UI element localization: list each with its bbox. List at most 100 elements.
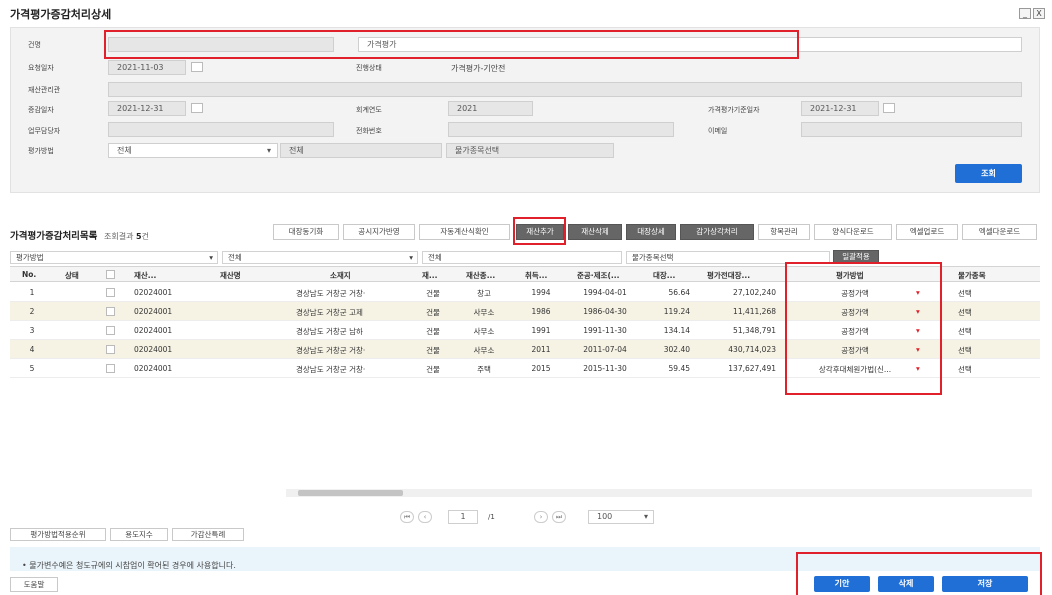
email-field[interactable] xyxy=(801,122,1022,137)
col-location[interactable]: 소재지 xyxy=(330,270,351,281)
page-title: 가격평가증감처리상세 xyxy=(10,8,112,21)
method-select-value: 전체 xyxy=(117,146,132,155)
search-button[interactable]: 조회 xyxy=(955,164,1022,183)
price-item-select[interactable]: 선택 xyxy=(958,307,972,318)
eval-base-date-field[interactable]: 2021-12-31 xyxy=(801,101,879,116)
pre-eval-amount: 137,627,491 xyxy=(728,364,776,373)
pre-eval-amount: 51,348,791 xyxy=(733,326,776,335)
first-page-icon[interactable]: ⏮ xyxy=(400,511,414,523)
help-button[interactable]: 도움말 xyxy=(10,577,58,592)
scrollbar-thumb[interactable] xyxy=(298,490,403,496)
bulk-sub-field[interactable]: 전체 xyxy=(422,251,622,264)
row-no: 5 xyxy=(29,364,35,373)
method-label: 평가방법 xyxy=(28,147,54,155)
price-item-select[interactable]: 선택 xyxy=(958,288,972,299)
asset-type: 사무소 xyxy=(473,346,495,355)
depreciation-button[interactable]: 감가상각처리 xyxy=(680,224,754,240)
usage-index-button[interactable]: 용도지수 xyxy=(110,528,168,541)
horizontal-scrollbar[interactable] xyxy=(286,489,1032,497)
excel-upload-button[interactable]: 엑셀업로드 xyxy=(896,224,958,240)
pre-eval-amount: 27,102,240 xyxy=(733,288,776,297)
fiscal-year-field[interactable]: 2021 xyxy=(448,101,533,116)
row-checkbox[interactable] xyxy=(106,364,115,373)
col-ledger-area[interactable]: 대장... xyxy=(653,270,675,281)
row-checkbox[interactable] xyxy=(106,307,115,316)
col-no[interactable]: No. xyxy=(22,270,36,279)
asset-type: 주택 xyxy=(477,365,491,374)
asset-code: 02024001 xyxy=(134,288,173,297)
staff-label: 업무담당자 xyxy=(28,127,61,135)
col-price-item[interactable]: 물가종목 xyxy=(958,270,986,281)
asset-manager-label: 재산관리관 xyxy=(28,86,61,94)
row-no: 4 xyxy=(29,345,35,354)
sync-ledger-button[interactable]: 대장동기화 xyxy=(273,224,339,240)
item-manage-button[interactable]: 항목관리 xyxy=(758,224,810,240)
built-date: 2011-07-04 xyxy=(583,345,627,354)
last-page-icon[interactable]: ⏭ xyxy=(552,511,566,523)
phone-label: 전화번호 xyxy=(356,127,382,135)
request-date-field[interactable]: 2021-11-03 xyxy=(108,60,186,75)
excel-download-button[interactable]: 엑셀다운로드 xyxy=(962,224,1037,240)
calendar-icon[interactable] xyxy=(191,62,203,72)
bulk-method-label[interactable]: 평가방법 ▾ xyxy=(10,251,218,264)
ledger-area: 302.40 xyxy=(663,345,690,354)
prev-page-icon[interactable]: ‹ xyxy=(418,511,432,523)
col-acquired[interactable]: 취득... xyxy=(525,270,547,281)
col-built[interactable]: 준공·제조(... xyxy=(577,270,619,281)
chevron-down-icon: ▾ xyxy=(643,512,648,521)
col-asset-type[interactable]: 재산종... xyxy=(466,270,495,281)
row-checkbox[interactable] xyxy=(106,345,115,354)
row-checkbox[interactable] xyxy=(106,326,115,335)
acquired-year: 2011 xyxy=(531,345,551,354)
phone-field[interactable] xyxy=(448,122,674,137)
calendar-icon[interactable] xyxy=(883,103,895,113)
method-priority-button[interactable]: 평가방법적용순위 xyxy=(10,528,106,541)
apply-land-price-button[interactable]: 공시지가반영 xyxy=(343,224,415,240)
asset-type: 사무소 xyxy=(473,327,495,336)
price-item-select[interactable]: 선택 xyxy=(958,326,972,337)
row-checkbox[interactable] xyxy=(106,288,115,297)
email-label: 이메일 xyxy=(708,127,728,135)
next-page-icon[interactable]: › xyxy=(534,511,548,523)
request-date-label: 요청일자 xyxy=(28,64,54,72)
minimize-icon[interactable]: _ xyxy=(1019,8,1031,19)
chevron-down-icon: ▾ xyxy=(209,253,213,262)
method-select[interactable]: 전체 ▾ xyxy=(108,143,278,158)
adjustment-special-button[interactable]: 가감산특례 xyxy=(172,528,244,541)
asset-location: 경상남도 거창군 거창· xyxy=(296,346,366,355)
select-all-checkbox[interactable] xyxy=(106,270,115,279)
list-title: 가격평가증감처리목록 조회결과 5건 xyxy=(10,231,149,242)
price-item-select[interactable]: 선택 xyxy=(958,345,972,356)
calendar-icon[interactable] xyxy=(191,103,203,113)
col-status[interactable]: 상태 xyxy=(65,270,79,281)
method-sub-field[interactable]: 전체 xyxy=(280,143,442,158)
bulk-method-select[interactable]: 전체 ▾ xyxy=(222,251,418,264)
pre-eval-amount: 430,714,023 xyxy=(728,345,776,354)
item-select-field[interactable]: 물가종목선택 xyxy=(446,143,614,158)
col-pre-eval-amount[interactable]: 평가전대장... xyxy=(707,270,750,281)
subject-highlight xyxy=(104,30,799,59)
change-date-field[interactable]: 2021-12-31 xyxy=(108,101,186,116)
check-formula-button[interactable]: 자동계산식확인 xyxy=(419,224,510,240)
ledger-area: 59.45 xyxy=(668,364,690,373)
price-item-select[interactable]: 선택 xyxy=(958,364,972,375)
result-count: 조회결과 5건 xyxy=(104,232,149,241)
page-size-select[interactable]: 100 ▾ xyxy=(588,510,654,524)
row-no: 3 xyxy=(29,326,35,335)
ledger-detail-button[interactable]: 대장상세 xyxy=(626,224,676,240)
asset-code: 02024001 xyxy=(134,345,173,354)
template-download-button[interactable]: 양식다운로드 xyxy=(814,224,892,240)
ledger-area: 119.24 xyxy=(663,307,690,316)
close-icon[interactable]: X xyxy=(1033,8,1045,19)
page-input[interactable]: 1 xyxy=(448,510,478,524)
asset-type: 창고 xyxy=(477,289,491,298)
staff-field[interactable] xyxy=(108,122,334,137)
add-asset-highlight xyxy=(513,217,566,245)
col-asset-name[interactable]: 재산명 xyxy=(220,270,241,281)
asset-location: 경상남도 거창군 거창· xyxy=(296,365,366,374)
delete-asset-button[interactable]: 재산삭제 xyxy=(568,224,622,240)
subject-label: 건명 xyxy=(28,41,41,49)
col-asset-code[interactable]: 재산... xyxy=(134,270,156,281)
col-asset-kind[interactable]: 재... xyxy=(422,270,437,281)
asset-manager-field[interactable] xyxy=(108,82,1022,97)
